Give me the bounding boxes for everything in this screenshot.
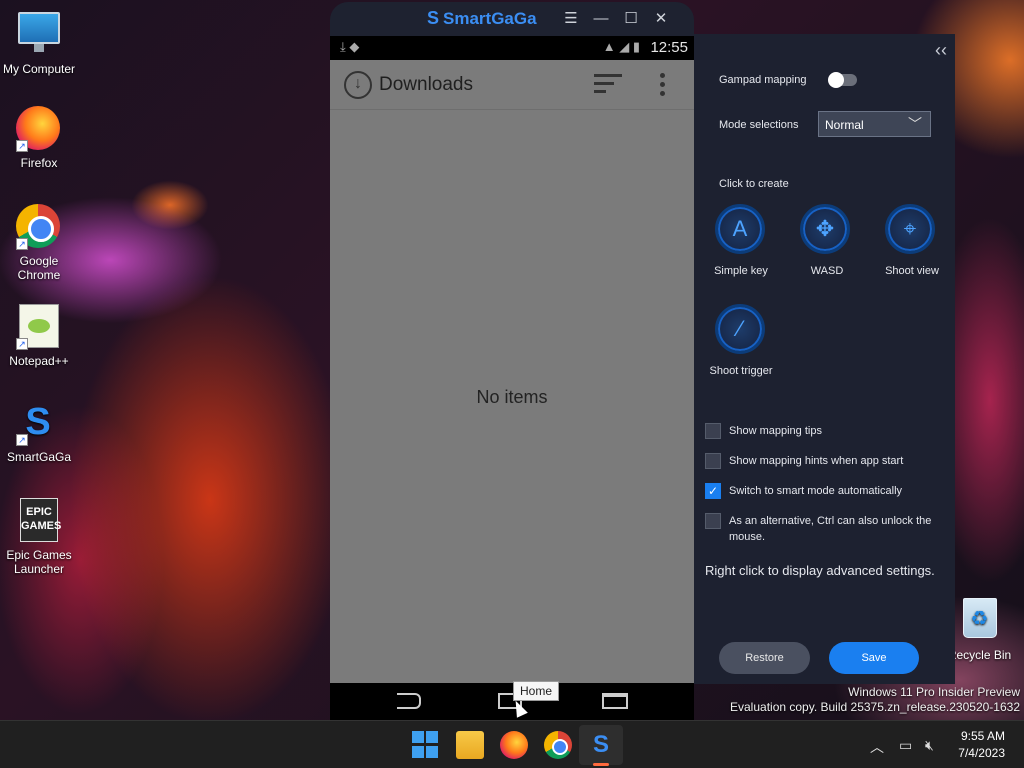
volume-muted-icon[interactable]: 🔇︎ [925,737,934,754]
mode-select[interactable]: Normal ﹀ [818,111,931,137]
chrome-icon: ↗ [16,204,62,250]
simple-key-icon: A [732,216,748,241]
smartgaga-icon: S ↗ [16,400,62,446]
click-to-create-label: Click to create [719,178,789,190]
windows-watermark: Windows 11 Pro Insider Preview Evaluatio… [730,685,1020,715]
minimize-icon: — [593,10,609,27]
close-icon: ✕ [654,10,668,27]
shortcut-arrow-icon: ↗ [16,434,28,446]
file-explorer-icon[interactable] [456,731,484,759]
dpad-icon: ✥ [815,216,835,241]
downloads-icon: ↓ [344,71,372,99]
show-mapping-hints-checkbox[interactable] [705,453,721,469]
desktop-icon-label: Epic Games Launcher [6,548,72,576]
desktop-icon-label: Firefox [20,156,58,170]
save-button[interactable]: Save [829,642,919,674]
key-mapping-panel: ‹‹ Gampad mapping Mode selections Normal… [694,34,955,684]
gamepad-mapping-toggle[interactable] [828,72,857,88]
maximize-icon: ☐ [624,10,638,27]
network-icon[interactable]: ▭ [899,737,912,754]
desktop-icon-label: My Computer [2,62,76,76]
emulator-title-bar[interactable]: S SmartGaGa ☰ — ☐ ✕ [330,2,694,36]
hamburger-icon: ☰ [564,10,578,27]
app-bar: ↓ Downloads [330,60,694,110]
shoot-view-label: Shoot view [885,265,939,277]
start-button[interactable] [412,731,440,759]
desktop-icon-label: Google Chrome [17,254,61,282]
desktop-icon-chrome[interactable]: ↗ Google Chrome [0,204,78,282]
empty-state-text: No items [476,387,548,407]
collapse-panel-icon[interactable]: ‹‹ [935,40,947,61]
simple-key-create-button[interactable]: A [715,204,765,254]
watermark-line-2: Evaluation copy. Build 25375.zn_release.… [730,700,1020,714]
system-clock[interactable]: 9:55 AM 7/4/2023 [958,728,1005,762]
clock-date: 7/4/2023 [958,746,1005,760]
chevron-down-icon: ﹀ [908,116,922,132]
menu-button[interactable]: ☰ [560,8,582,30]
status-time: 12:55 [650,39,688,56]
smartgaga-logo-icon: S [427,8,440,28]
desktop-icon-smartgaga[interactable]: S ↗ SmartGaGa [0,400,78,464]
show-mapping-hints-label: Show mapping hints when app start [729,455,904,467]
monitor-icon [16,12,62,58]
android-status-bar: ⤓ ◆ ▲ ◢ ▮ 12:55 [330,36,694,60]
gamepad-mapping-label: Gampad mapping [719,74,807,86]
recycle-bin-icon: ♻ [957,598,1003,644]
crosshair-icon: ⌖ [903,216,917,241]
shoot-trigger-label: Shoot trigger [709,365,773,377]
mode-selections-label: Mode selections [719,119,799,131]
chrome-taskbar-icon[interactable] [544,731,572,759]
shortcut-arrow-icon: ↗ [16,238,28,250]
downloads-list: No items [330,110,694,683]
shortcut-arrow-icon: ↗ [16,140,28,152]
ctrl-unlock-label: As an alternative, Ctrl can also unlock … [729,515,932,543]
clock-time: 9:55 AM [960,729,1005,743]
epic-games-icon: EPIC GAMES [16,498,62,544]
signal-icons: ▲ ◢ ▮ [602,39,640,54]
emulator-logo: S SmartGaGa [427,8,537,29]
watermark-line-1: Windows 11 Pro Insider Preview [848,685,1020,699]
mode-select-value: Normal [825,118,864,132]
show-hidden-icons-chevron-icon[interactable]: ︿ [870,737,884,757]
desktop-icon-notepadpp[interactable]: ↗ Notepad++ [0,304,78,368]
emulator-title: SmartGaGa [443,9,537,28]
shoot-view-create-button[interactable]: ⌖ [885,204,935,254]
smart-mode-label: Switch to smart mode automatically [729,485,903,497]
active-app-indicator [593,763,609,766]
show-mapping-tips-label: Show mapping tips [729,425,822,437]
firefox-taskbar-icon[interactable] [500,731,528,759]
taskbar: S ︿ ▭ 🔇︎ 9:55 AM 7/4/2023 [0,720,1024,768]
firefox-icon: ↗ [16,106,62,152]
more-options-icon[interactable] [660,73,666,97]
desktop-icon-label: SmartGaGa [6,450,72,464]
desktop-icon-epic-games[interactable]: EPIC GAMES Epic Games Launcher [0,498,78,576]
recent-apps-icon[interactable] [602,693,628,709]
restore-button[interactable]: Restore [719,642,810,674]
download-notification-icon: ⤓ ◆ [340,39,360,54]
ctrl-unlock-checkbox[interactable] [705,513,721,529]
show-mapping-tips-checkbox[interactable] [705,423,721,439]
smartgaga-taskbar-icon[interactable]: S [587,731,615,759]
smart-mode-checkbox[interactable]: ✓ [705,483,721,499]
maximize-button[interactable]: ☐ [620,8,642,30]
app-title: Downloads [379,74,473,95]
desktop-icon-firefox[interactable]: ↗ Firefox [0,106,78,170]
shoot-trigger-create-button[interactable]: ⁄ [715,304,765,354]
bullet-icon: ⁄ [738,316,742,341]
checkmark-icon: ✓ [707,484,719,498]
simple-key-label: Simple key [714,265,768,277]
wasd-label: WASD [810,265,844,277]
back-icon[interactable] [397,693,421,709]
sort-icon[interactable] [594,74,622,96]
close-button[interactable]: ✕ [650,8,672,30]
advanced-settings-hint: Right click to display advanced settings… [705,563,935,578]
desktop-icon-my-computer[interactable]: My Computer [0,8,78,76]
notepadpp-icon: ↗ [16,304,62,350]
minimize-button[interactable]: — [590,8,612,30]
desktop-icon-label: Notepad++ [9,354,69,368]
wasd-create-button[interactable]: ✥ [800,204,850,254]
shortcut-arrow-icon: ↗ [16,338,28,350]
